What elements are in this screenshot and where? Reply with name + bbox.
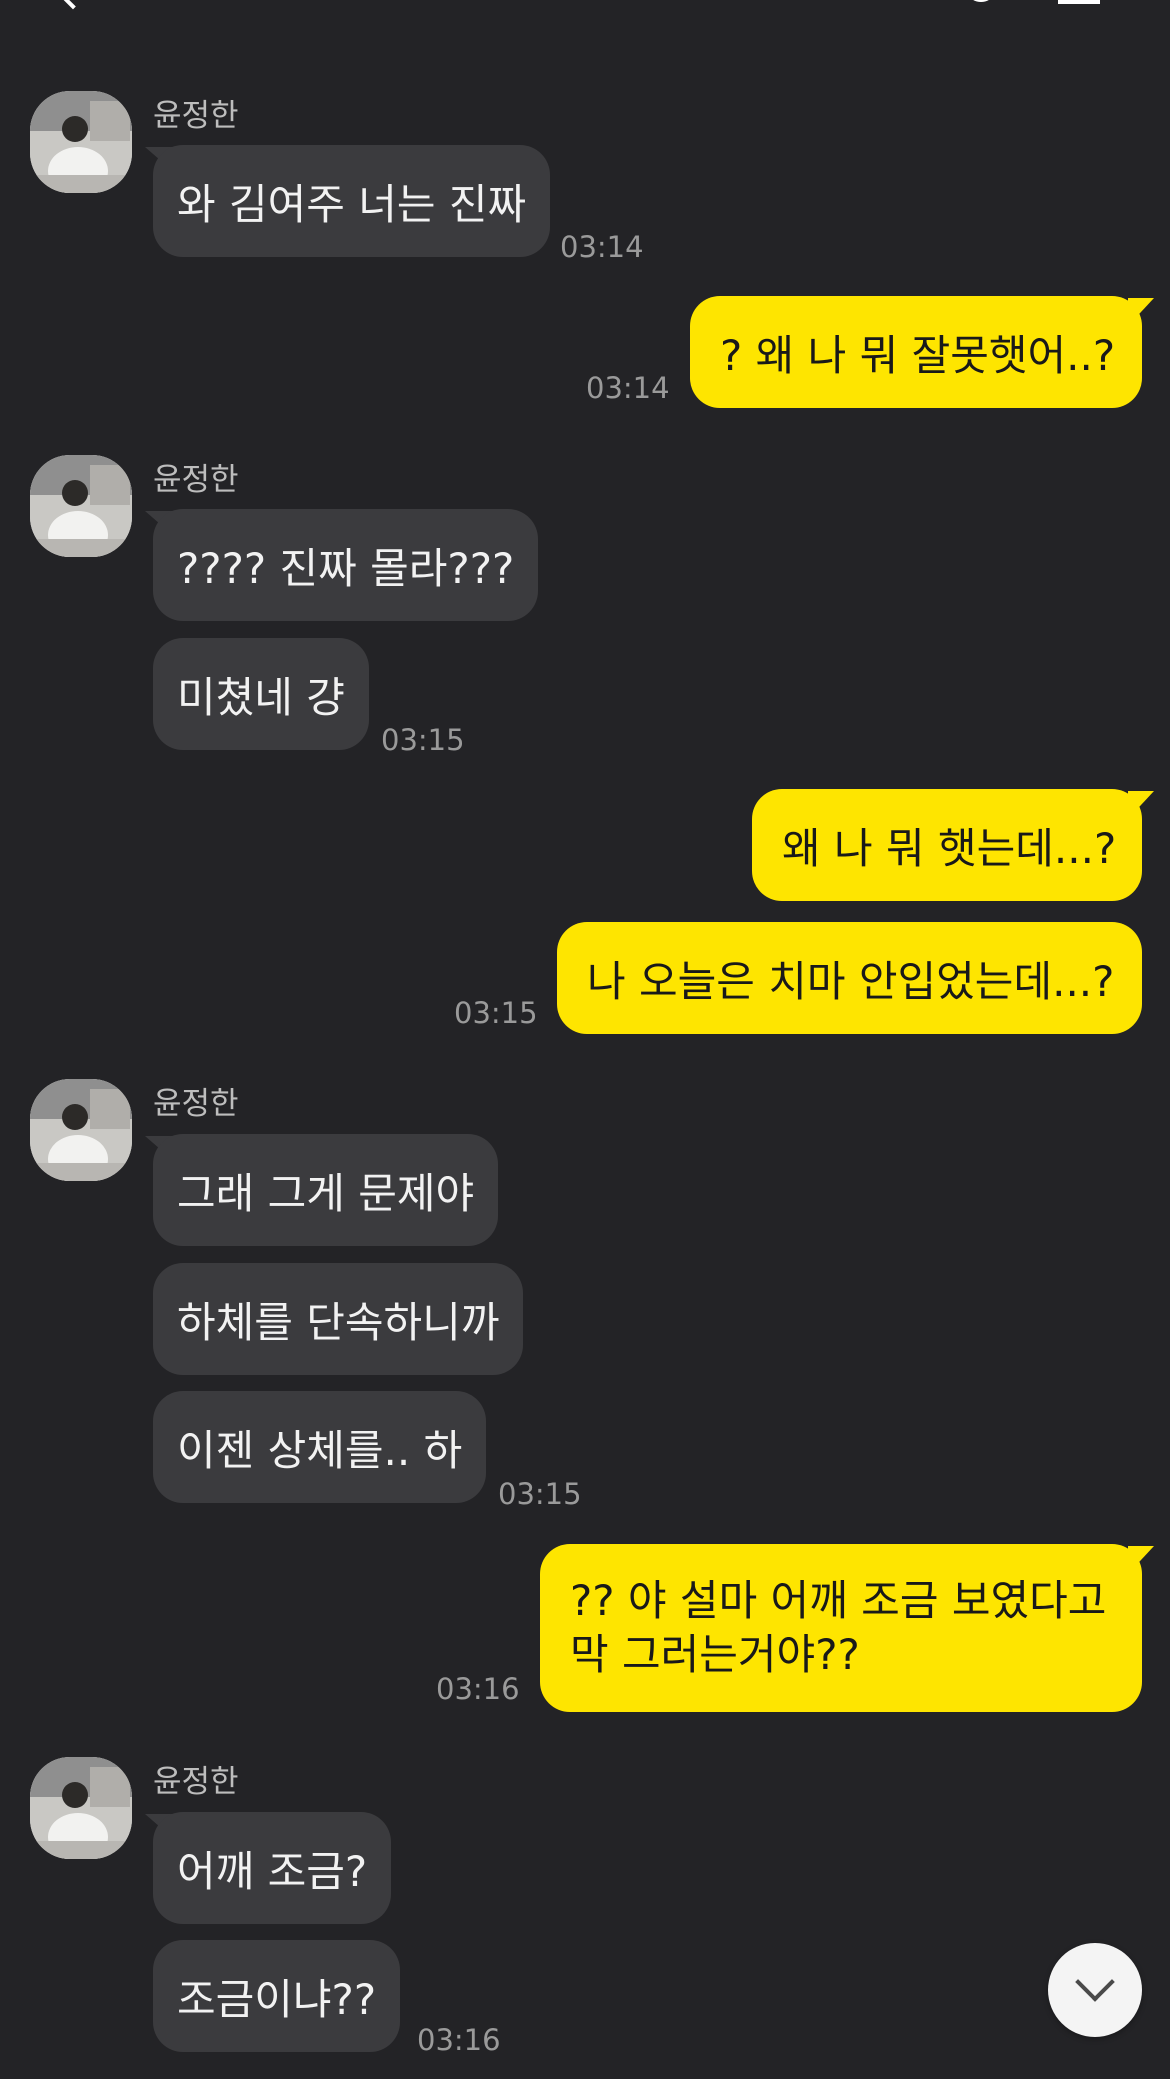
- chevron-down-icon: [1075, 1962, 1115, 2002]
- message-bubble-incoming[interactable]: 조금이냐??: [153, 1940, 401, 2052]
- sender-name: 윤정한: [153, 1086, 239, 1122]
- sender-name: 윤정한: [153, 462, 239, 498]
- message-bubble-incoming[interactable]: ???? 진짜 몰라???: [153, 509, 539, 621]
- chat-title: [390, 0, 780, 4]
- message-time: 03:16: [417, 2023, 501, 2057]
- message-bubble-outgoing[interactable]: ? 왜 나 뭐 잘못햇어..?: [690, 296, 1142, 408]
- message-time: 03:14: [560, 230, 644, 264]
- avatar[interactable]: [30, 1079, 132, 1181]
- message-bubble-incoming[interactable]: 어깨 조금?: [153, 1812, 392, 1924]
- message-bubble-incoming[interactable]: 하체를 단속하니까: [153, 1263, 524, 1375]
- chevron-left-icon[interactable]: [54, 0, 92, 10]
- profile-photo-icon: [30, 1079, 132, 1181]
- message-time: 03:15: [498, 1477, 582, 1511]
- profile-photo-icon: [30, 91, 132, 193]
- menu-icon[interactable]: [1058, 0, 1100, 4]
- message-bubble-incoming[interactable]: 와 김여주 너는 진짜: [153, 145, 551, 257]
- message-bubble-incoming[interactable]: 미쳤네 걍: [153, 638, 369, 750]
- message-bubble-outgoing[interactable]: 나 오늘은 치마 안입었는데...?: [557, 922, 1142, 1034]
- profile-photo-icon: [30, 455, 132, 557]
- message-line: ?? 야 설마 어깨 조금 보였다고: [570, 1576, 1107, 1625]
- message-time: 03:15: [381, 723, 465, 757]
- chat-header: [0, 0, 1170, 14]
- scroll-to-bottom-button[interactable]: [1048, 1943, 1142, 2037]
- search-icon[interactable]: [965, 0, 997, 2]
- message-bubble-outgoing[interactable]: ?? 야 설마 어깨 조금 보였다고 막 그러는거야??: [540, 1544, 1142, 1712]
- message-time: 03:15: [454, 996, 538, 1030]
- message-bubble-incoming[interactable]: 이젠 상체를.. 하: [153, 1391, 487, 1503]
- sender-name: 윤정한: [153, 1764, 239, 1800]
- message-time: 03:14: [586, 371, 670, 405]
- avatar[interactable]: [30, 91, 132, 193]
- sender-name: 윤정한: [153, 98, 239, 134]
- message-bubble-outgoing[interactable]: 왜 나 뭐 햇는데...?: [752, 789, 1142, 901]
- message-bubble-incoming[interactable]: 그래 그게 문제야: [153, 1134, 499, 1246]
- avatar[interactable]: [30, 455, 132, 557]
- avatar[interactable]: [30, 1757, 132, 1859]
- message-line: 막 그러는거야??: [570, 1630, 860, 1679]
- message-time: 03:16: [436, 1672, 520, 1706]
- profile-photo-icon: [30, 1757, 132, 1859]
